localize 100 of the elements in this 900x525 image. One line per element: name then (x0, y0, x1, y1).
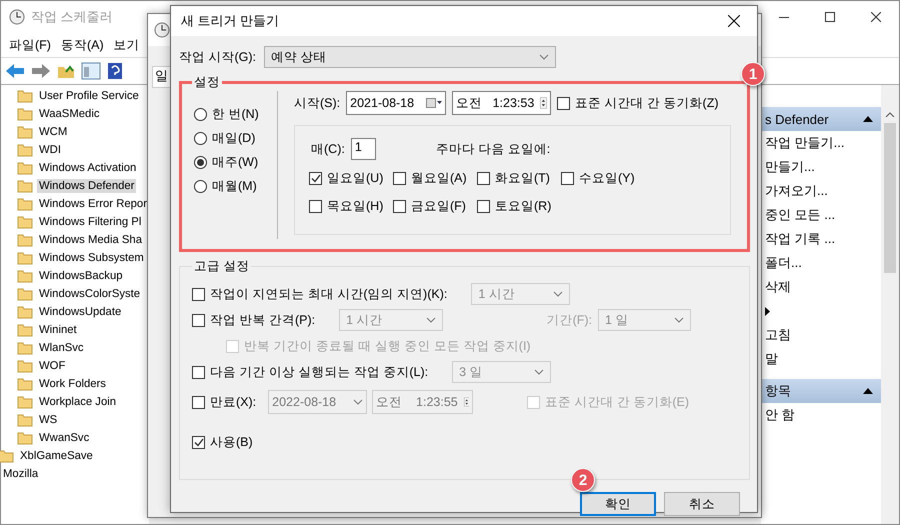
checkmark-icon (194, 438, 204, 446)
checkbox[interactable] (477, 172, 490, 185)
folder-icon (17, 197, 33, 211)
tree-item[interactable]: WDI (37, 143, 63, 157)
maximize-icon (825, 12, 835, 22)
field-label: 시작(S): (294, 94, 340, 112)
calendar-icon (426, 98, 442, 108)
radio-label: 매월(M) (212, 178, 257, 195)
radio-label: 매일(D) (212, 130, 256, 147)
checkbox-label: 수요일(Y) (579, 170, 635, 187)
radio-button[interactable] (194, 132, 207, 145)
folder-icon (17, 125, 33, 139)
checkbox[interactable] (557, 96, 570, 110)
radio-button[interactable] (194, 108, 207, 121)
action-item[interactable]: 말 (761, 347, 881, 371)
date-field[interactable]: 2022-08-18 (268, 390, 368, 414)
forward-arrow-icon[interactable] (31, 63, 51, 79)
tree-item[interactable]: Windows Subsystem (37, 251, 146, 265)
scrollbar-thumb[interactable] (884, 123, 896, 273)
tree-item[interactable]: Windows Defender (37, 179, 136, 193)
checkbox-label: 화요일(T) (495, 170, 550, 187)
tree-item[interactable]: Windows Media Sha (37, 233, 144, 247)
time-field[interactable]: 오전 1:23:53 (452, 91, 552, 115)
tree-item[interactable]: WlanSvc (37, 341, 86, 355)
tree-item[interactable]: Work Folders (37, 377, 108, 391)
scroll-up-icon[interactable] (885, 111, 895, 117)
section-header[interactable]: s Defender (761, 107, 881, 131)
checkbox[interactable] (192, 314, 205, 326)
menu-item[interactable]: 파일(F) (9, 36, 51, 54)
checkbox[interactable] (192, 366, 205, 378)
tree-item[interactable]: WindowsBackup (37, 269, 125, 283)
tree-item[interactable]: Workplace Join (37, 395, 118, 409)
folder-icon (0, 449, 14, 463)
folder-icon (17, 359, 33, 373)
tab[interactable]: 일 (152, 66, 170, 88)
folder-up-icon[interactable] (57, 63, 75, 79)
collapse-icon (863, 388, 873, 394)
action-item[interactable]: 가져오기... (761, 179, 881, 203)
tree-item[interactable]: User Profile Service (37, 89, 141, 103)
checkbox[interactable] (477, 200, 490, 213)
chevron-down-icon (674, 317, 684, 323)
folder-icon (17, 269, 33, 283)
tree-item[interactable]: Windows Error Repor (37, 197, 149, 211)
radio-button[interactable] (194, 156, 207, 169)
tree-item[interactable]: Wininet (37, 323, 79, 337)
tree-item[interactable]: WCM (37, 125, 70, 139)
cancel-button[interactable]: 취소 (664, 492, 740, 516)
tree-item[interactable]: WaaSMedic (37, 107, 102, 121)
tree-item[interactable]: WOF (37, 359, 68, 373)
close-icon (728, 15, 740, 27)
action-item[interactable]: 중인 모든 ... (761, 203, 881, 227)
ok-button[interactable]: 확인 (580, 492, 656, 516)
checkbox-label: 사용(B) (210, 434, 253, 450)
number-field[interactable]: 1 (350, 138, 376, 160)
back-arrow-icon[interactable] (5, 63, 25, 79)
close-icon (871, 12, 881, 22)
checkbox[interactable] (393, 200, 406, 213)
radio-button[interactable] (194, 180, 207, 193)
action-item[interactable]: 삭제 (761, 275, 881, 299)
folder-icon (17, 377, 33, 391)
menu-item[interactable]: 동작(A) (60, 36, 104, 54)
tree-item[interactable]: Windows Filtering Pl (37, 215, 144, 229)
action-item[interactable]: 작업 만들기... (761, 131, 881, 155)
checkbox-label: 금요일(F) (411, 198, 466, 215)
tree-item[interactable]: Windows Activation (37, 161, 138, 175)
tree-item[interactable]: XblGameSave (18, 449, 95, 463)
menu-item[interactable]: 보기 (114, 36, 140, 54)
section-header[interactable]: 항목 (761, 379, 881, 403)
tree-item[interactable]: WindowsColorSyste (37, 287, 142, 301)
folder-icon (17, 413, 33, 427)
tree-item[interactable]: Mozilla (1, 467, 40, 481)
checkbox[interactable] (192, 436, 205, 448)
action-item[interactable]: 폴더... (761, 251, 881, 275)
time-field[interactable]: 오전 1:23:55 (372, 390, 474, 414)
collapse-icon (863, 116, 873, 122)
checkbox[interactable] (561, 172, 574, 185)
date-field[interactable]: 2021-08-18 (346, 91, 446, 115)
checkbox[interactable] (309, 200, 322, 213)
action-item[interactable]: 작업 기록 ... (761, 227, 881, 251)
folder-icon (17, 233, 33, 247)
checkbox[interactable] (309, 172, 322, 185)
action-item[interactable]: 만들기... (761, 155, 881, 179)
dropdown[interactable]: 예약 상태 (264, 46, 556, 68)
dialog-title: 새 트리거 만들기 (181, 12, 280, 30)
checkbox[interactable] (192, 288, 205, 300)
panel-icon[interactable] (81, 62, 101, 80)
checkbox[interactable] (192, 396, 205, 408)
folder-icon (17, 143, 33, 157)
action-item[interactable]: 고침 (761, 323, 881, 347)
radio-label: 한 번(N) (212, 106, 259, 123)
checkbox-label: 작업 반복 간격(P): (210, 312, 316, 328)
chevron-down-icon (539, 54, 549, 60)
checkbox[interactable] (393, 172, 406, 185)
tree-item[interactable]: WS (37, 413, 60, 427)
tree-item[interactable]: WwanSvc (37, 431, 92, 445)
help-icon[interactable] (107, 62, 123, 80)
action-item[interactable]: 안 함 (761, 403, 881, 427)
folder-icon (17, 287, 33, 301)
folder-icon (17, 341, 33, 355)
tree-item[interactable]: WindowsUpdate (37, 305, 124, 319)
